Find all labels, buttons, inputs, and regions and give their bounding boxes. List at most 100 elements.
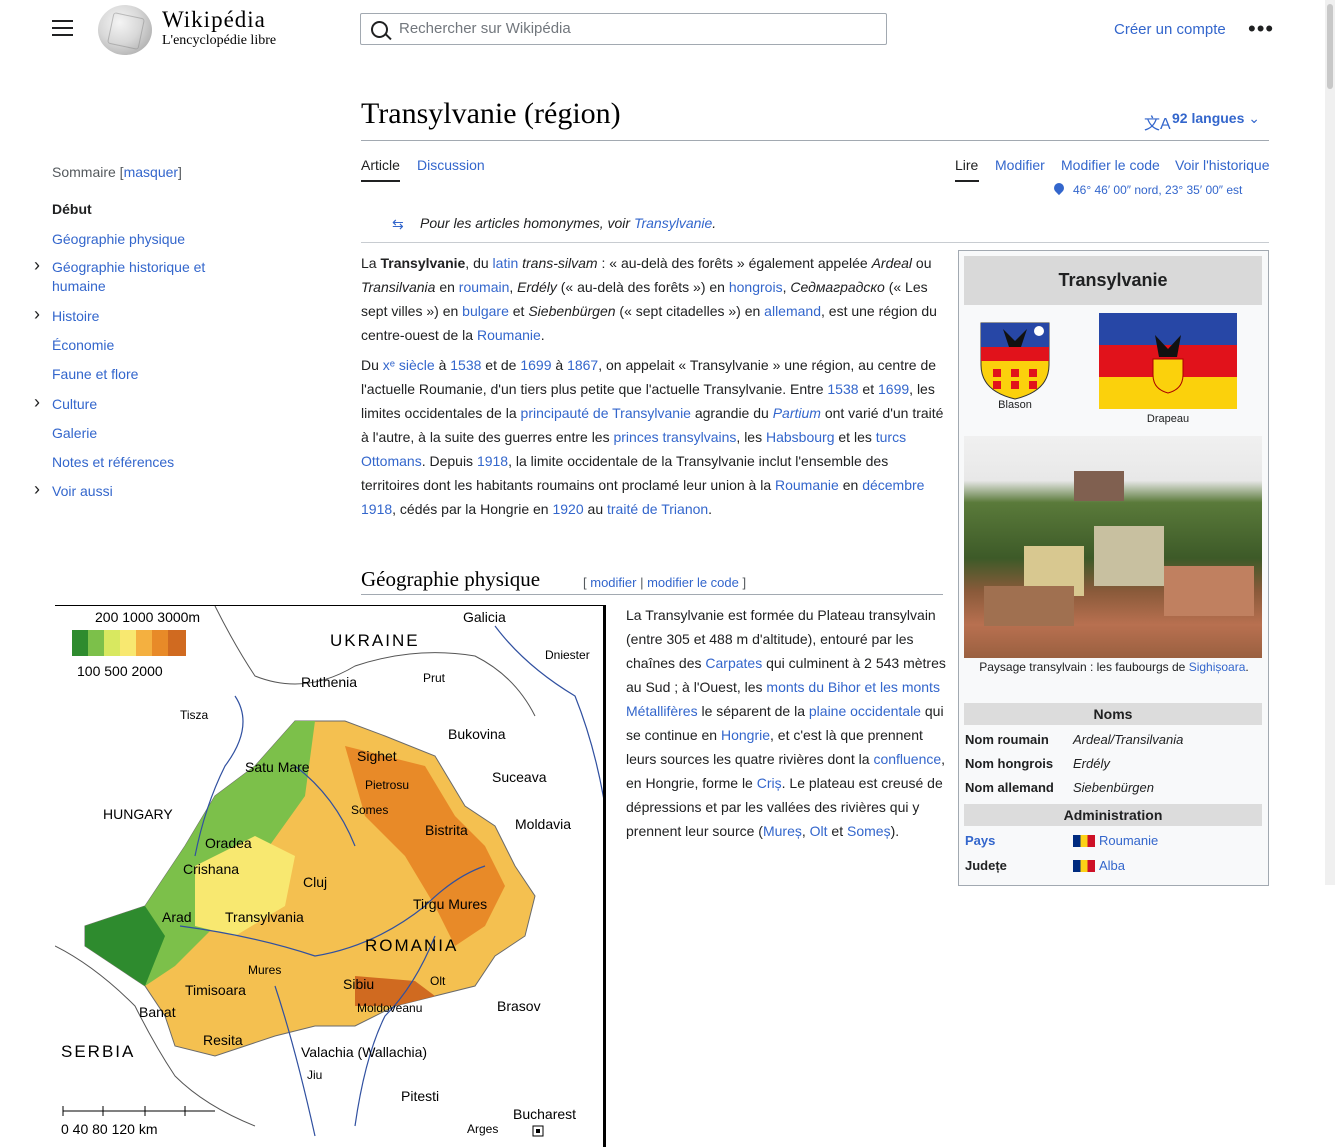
toc-hide-link[interactable]: masquer: [124, 164, 178, 180]
inline-link[interactable]: 1538: [827, 381, 858, 397]
inline-link[interactable]: Roumanie: [477, 327, 541, 343]
chevron-down-icon: ⌄: [1248, 110, 1260, 126]
inline-link[interactable]: Criș: [757, 775, 782, 791]
inline-link[interactable]: Someș: [847, 823, 891, 839]
inline-text: Ardeal: [871, 255, 913, 271]
section-edit-source-link[interactable]: modifier le code: [647, 575, 739, 590]
inline-text: ou: [912, 255, 932, 271]
toc-item[interactable]: Histoire: [52, 307, 222, 326]
search-box[interactable]: [360, 13, 887, 45]
inline-link[interactable]: Roumanie: [775, 477, 839, 493]
map-label: HUNGARY: [103, 806, 173, 822]
inline-text: et: [827, 823, 848, 839]
wikipedia-wordmark[interactable]: Wikipédia: [162, 7, 266, 33]
map-label: Satu Mare: [245, 759, 310, 775]
map-label: Pitesti: [401, 1088, 440, 1104]
inline-link[interactable]: Mureș: [763, 823, 802, 839]
section-edit-link[interactable]: modifier: [590, 575, 636, 590]
inline-link[interactable]: allemand: [764, 303, 821, 319]
map-label: Crishana: [183, 861, 240, 877]
tab-edit-source[interactable]: Modifier le code: [1061, 157, 1160, 173]
inline-link[interactable]: princes transylvains: [613, 429, 736, 445]
inline-link[interactable]: Habsbourg: [766, 429, 835, 445]
language-button[interactable]: 92 langues ⌄: [1172, 110, 1260, 127]
section-heading-geographie: Géographie physique: [361, 567, 541, 591]
inline-link[interactable]: Partium: [773, 405, 821, 421]
hatnote-link[interactable]: Transylvanie: [634, 215, 712, 231]
toc-item[interactable]: Économie: [52, 336, 222, 355]
inline-text: , du: [465, 255, 493, 271]
toc-item[interactable]: Faune et flore: [52, 365, 222, 384]
tab-discussion[interactable]: Discussion: [417, 157, 485, 173]
inline-link[interactable]: 1867: [567, 357, 598, 373]
inline-text: , cédés par la Hongrie en: [392, 501, 553, 517]
map-label: Transylvania: [225, 909, 304, 925]
flag-caption[interactable]: Drapeau: [1119, 413, 1217, 425]
landscape-photo[interactable]: [964, 436, 1262, 658]
toc-item[interactable]: Notes et références: [52, 453, 222, 472]
tab-read[interactable]: Lire: [955, 157, 978, 173]
toc-item[interactable]: Début: [52, 200, 222, 219]
inline-link[interactable]: hongrois: [729, 279, 783, 295]
inline-link[interactable]: confluence: [873, 751, 941, 767]
inline-link[interactable]: roumain: [459, 279, 510, 295]
chevron-right-icon[interactable]: ›: [34, 392, 40, 413]
toc-item[interactable]: Voir aussi: [52, 482, 222, 501]
inline-link[interactable]: 1699: [520, 357, 551, 373]
main-menu-button[interactable]: [52, 20, 73, 38]
tab-article[interactable]: Article: [361, 157, 400, 173]
inline-text: (« au-delà des forêts ») en: [556, 279, 729, 295]
coat-of-arms-image[interactable]: [979, 321, 1051, 401]
language-translate-icon[interactable]: 文A: [1144, 110, 1171, 134]
wikipedia-globe-logo[interactable]: [98, 5, 152, 55]
tab-edit[interactable]: Modifier: [995, 157, 1045, 173]
inline-link[interactable]: 1699: [878, 381, 909, 397]
inline-link[interactable]: Hongrie: [721, 727, 770, 743]
relief-map-image[interactable]: 200 1000 3000m 100 500 2000 0 40 80 120 …: [55, 605, 606, 1147]
inline-link[interactable]: principauté de Transylvanie: [521, 405, 691, 421]
inline-link[interactable]: Carpates: [705, 655, 762, 671]
inline-link[interactable]: 1918: [477, 453, 508, 469]
section-divider: [361, 594, 943, 595]
toc-item[interactable]: Géographie historique et humaine: [52, 258, 222, 296]
inline-link[interactable]: bulgare: [462, 303, 509, 319]
page-scrollbar[interactable]: [1325, 0, 1335, 885]
inline-link[interactable]: 1538: [450, 357, 481, 373]
search-input[interactable]: [397, 19, 871, 38]
inline-text: ).: [890, 823, 900, 839]
inline-link[interactable]: traité de Trianon: [607, 501, 708, 517]
infobox-row-label: Nom allemand: [965, 780, 1054, 795]
photo-caption-link[interactable]: Sighișoara: [1189, 660, 1246, 674]
inline-link[interactable]: 1920: [552, 501, 583, 517]
scrollbar-thumb[interactable]: [1327, 4, 1333, 89]
toc-item[interactable]: Culture: [52, 395, 222, 414]
chevron-right-icon[interactable]: ›: [34, 479, 40, 500]
toc-item[interactable]: Galerie: [52, 424, 222, 443]
map-label: Oradea: [205, 835, 252, 851]
title-divider: [361, 140, 1269, 141]
infobox-row-label[interactable]: Pays: [965, 833, 995, 848]
map-scale-label: 0 40 80 120 km: [61, 1121, 158, 1137]
inline-text: Siebenbürgen: [528, 303, 616, 319]
chevron-right-icon[interactable]: ›: [34, 304, 40, 325]
more-options-icon[interactable]: •••: [1248, 16, 1274, 42]
map-label: Arad: [162, 909, 192, 925]
inline-text: .: [540, 327, 545, 343]
coordinates-link[interactable]: 46° 46′ 00″ nord, 23° 35′ 00″ est: [1073, 183, 1242, 197]
inline-link[interactable]: latin: [493, 255, 519, 271]
flag-image[interactable]: [1099, 313, 1237, 409]
inline-link[interactable]: xᵉ siècle: [383, 357, 435, 373]
infobox-row-value-link[interactable]: Roumanie: [1099, 833, 1158, 848]
toc-item[interactable]: Géographie physique: [52, 230, 222, 249]
map-label: Dniester: [545, 648, 590, 662]
inline-text: La: [361, 255, 381, 271]
chevron-right-icon[interactable]: ›: [34, 255, 40, 276]
tab-history[interactable]: Voir l'historique: [1175, 157, 1270, 173]
inline-link[interactable]: plaine occidentale: [809, 703, 921, 719]
hatnote-text: Pour les articles homonymes, voir: [420, 215, 634, 231]
infobox-row-value-link[interactable]: Alba: [1099, 858, 1125, 873]
inline-text: au: [583, 501, 607, 517]
inline-text: Transilvania: [361, 279, 436, 295]
inline-link[interactable]: Olt: [810, 823, 828, 839]
create-account-link[interactable]: Créer un compte: [1114, 21, 1226, 38]
